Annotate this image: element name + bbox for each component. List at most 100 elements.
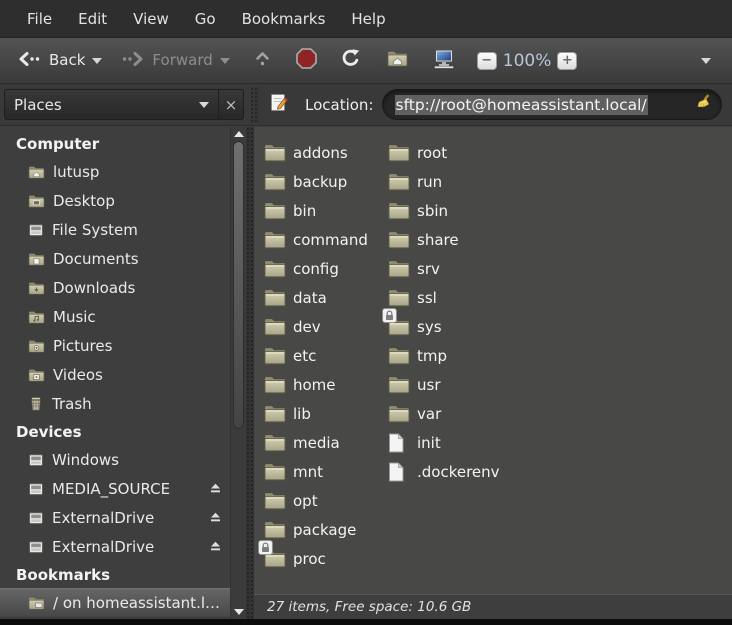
eject-icon: [209, 538, 222, 556]
home-button[interactable]: [380, 45, 415, 76]
file-item-etc[interactable]: etc: [264, 341, 388, 370]
file-name: addons: [293, 144, 348, 162]
file-item-opt[interactable]: opt: [264, 486, 388, 515]
file-item-run[interactable]: run: [388, 167, 732, 196]
sidebar-item-media-source[interactable]: MEDIA_SOURCE: [0, 474, 230, 503]
folder-icon: [264, 462, 286, 481]
edit-location-button[interactable]: [265, 91, 293, 119]
sidebar-item-externaldrive[interactable]: ExternalDrive: [0, 532, 230, 561]
menu-item-bookmarks[interactable]: Bookmarks: [229, 1, 339, 37]
reload-button[interactable]: [333, 43, 368, 78]
file-item-ssl[interactable]: ssl: [388, 283, 732, 312]
file-item-command[interactable]: command: [264, 225, 388, 254]
menu-item-file[interactable]: File: [14, 1, 65, 37]
sidebar-item-label: Pictures: [53, 337, 112, 355]
computer-button[interactable]: [425, 44, 463, 78]
videos-folder-icon: [28, 368, 45, 382]
file-item-tmp[interactable]: tmp: [388, 341, 732, 370]
pane-resize-handle[interactable]: [246, 127, 254, 619]
zoom-in-button[interactable]: +: [557, 52, 577, 70]
file-name: etc: [293, 347, 316, 365]
home-folder-icon: [28, 165, 45, 179]
file-item-media[interactable]: media: [264, 428, 388, 457]
sidebar-item-file-system[interactable]: File System: [0, 215, 230, 244]
places-label: Places: [14, 96, 62, 114]
file-name: dev: [293, 318, 321, 336]
status-text: 27 items, Free space: 10.6 GB: [267, 599, 471, 615]
file-item-config[interactable]: config: [264, 254, 388, 283]
file-item--dockerenv[interactable]: .dockerenv: [388, 457, 732, 486]
sidebar-scrollbar[interactable]: [230, 127, 246, 619]
file-item-proc[interactable]: proc: [264, 544, 388, 573]
menu-item-edit[interactable]: Edit: [65, 1, 120, 37]
sidebar-item-music[interactable]: Music: [0, 302, 230, 331]
stop-button[interactable]: [288, 42, 325, 79]
sidebar-item-externaldrive[interactable]: ExternalDrive: [0, 503, 230, 532]
file-item-home[interactable]: home: [264, 370, 388, 399]
folder-icon: [388, 201, 410, 220]
scroll-up-button[interactable]: [231, 128, 247, 140]
file-item-srv[interactable]: srv: [388, 254, 732, 283]
file-item-share[interactable]: share: [388, 225, 732, 254]
back-arrow-icon: [17, 51, 42, 71]
sidebar-scrollbar-thumb[interactable]: [233, 141, 244, 429]
folder-icon: [264, 433, 286, 452]
file-item-backup[interactable]: backup: [264, 167, 388, 196]
forward-button[interactable]: Forward: [113, 46, 236, 76]
file-item-sys[interactable]: sys: [388, 312, 732, 341]
file-name: backup: [293, 173, 347, 191]
menu-item-go[interactable]: Go: [182, 1, 229, 37]
up-button[interactable]: [247, 44, 278, 77]
file-name: media: [293, 434, 340, 452]
file-item-sbin[interactable]: sbin: [388, 196, 732, 225]
music-folder-icon: [28, 310, 45, 324]
sidebar-item-lutusp[interactable]: lutusp: [0, 157, 230, 186]
file-item-lib[interactable]: lib: [264, 399, 388, 428]
file-name: sys: [417, 318, 442, 336]
sidebar-item-videos[interactable]: Videos: [0, 360, 230, 389]
file-item-init[interactable]: init: [388, 428, 732, 457]
sidebar-item-pictures[interactable]: Pictures: [0, 331, 230, 360]
sidebar-item-desktop[interactable]: Desktop: [0, 186, 230, 215]
menu-item-help[interactable]: Help: [338, 1, 398, 37]
eject-button[interactable]: [209, 480, 222, 498]
back-history-caret-icon: [92, 58, 102, 64]
sidebar-item-documents[interactable]: Documents: [0, 244, 230, 273]
sidebar-item-downloads[interactable]: Downloads: [0, 273, 230, 302]
file-item-root[interactable]: root: [388, 138, 732, 167]
folder-icon: [264, 172, 286, 191]
sidebar-section-devices: Devices: [0, 418, 230, 445]
file-name: proc: [293, 550, 326, 568]
scroll-down-button[interactable]: [231, 606, 247, 618]
file-item-dev[interactable]: dev: [264, 312, 388, 341]
file-name: config: [293, 260, 339, 278]
zoom-out-button[interactable]: −: [477, 52, 497, 70]
menu-item-view[interactable]: View: [120, 1, 182, 37]
file-item-data[interactable]: data: [264, 283, 388, 312]
file-name: bin: [293, 202, 316, 220]
clear-address-icon[interactable]: [695, 94, 712, 115]
back-button[interactable]: Back: [10, 46, 109, 76]
file-item-var[interactable]: var: [388, 399, 732, 428]
toolbar-overflow-button[interactable]: [694, 53, 718, 69]
sidebar-item-windows[interactable]: Windows: [0, 445, 230, 474]
close-side-pane-button[interactable]: ×: [218, 89, 244, 120]
eject-button[interactable]: [209, 538, 222, 556]
window-bottom-edge: [0, 619, 732, 625]
drive-icon: [28, 539, 44, 555]
folder-icon: [264, 317, 286, 336]
file-item-package[interactable]: package: [264, 515, 388, 544]
sidebar-item-trash[interactable]: Trash: [0, 389, 230, 418]
address-input[interactable]: sftp://root@homeassistant.local/: [382, 89, 723, 120]
file-item-addons[interactable]: addons: [264, 138, 388, 167]
file-item-bin[interactable]: bin: [264, 196, 388, 225]
sidebar-item--on-homeassistant-l-[interactable]: / on homeassistant.l…: [0, 588, 230, 618]
location-label: Location:: [305, 96, 374, 114]
location-bar: Places × Location: sftp://root@homeassis…: [0, 84, 732, 126]
file-item-usr[interactable]: usr: [388, 370, 732, 399]
toolbar-drag-handle[interactable]: [250, 87, 259, 123]
side-pane-mode-dropdown[interactable]: Places: [4, 89, 218, 120]
file-item-mnt[interactable]: mnt: [264, 457, 388, 486]
file-name: mnt: [293, 463, 323, 481]
eject-button[interactable]: [209, 509, 222, 527]
